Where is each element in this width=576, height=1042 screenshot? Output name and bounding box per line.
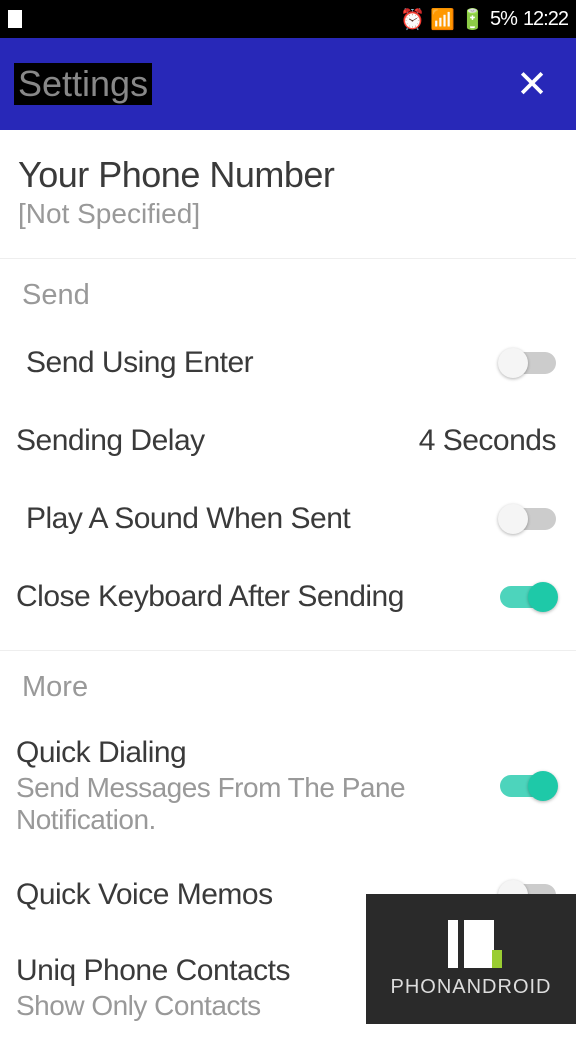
quick-dialing-text: Quick Dialing Send Messages From The Pan…: [16, 736, 500, 836]
play-sound-row[interactable]: Play A Sound When Sent: [0, 480, 576, 558]
watermark-logo-icon: [448, 920, 494, 968]
quick-dialing-sub: Send Messages From The Pane Notification…: [16, 772, 500, 836]
play-sound-toggle[interactable]: [500, 508, 556, 530]
sending-delay-value: 4 Seconds: [419, 424, 556, 458]
battery-text: 5%: [490, 8, 517, 31]
signal-icon: 📶: [430, 7, 454, 32]
alarm-icon: ⏰: [400, 7, 424, 32]
sending-delay-row[interactable]: Sending Delay 4 Seconds: [0, 402, 576, 480]
quick-dialing-toggle[interactable]: [500, 775, 556, 797]
send-using-enter-row[interactable]: Send Using Enter: [0, 324, 576, 402]
unique-contacts-label: Uniq Phone Contacts: [16, 954, 290, 988]
page-title: Settings: [14, 63, 152, 105]
status-bar: ⏰ 📶 🔋 5% 12:22: [0, 0, 576, 38]
quick-dialing-label: Quick Dialing: [16, 736, 500, 770]
send-using-enter-label: Send Using Enter: [26, 346, 253, 380]
watermark-text: PHONANDROID: [390, 976, 551, 999]
battery-icon: 🔋: [460, 7, 484, 32]
sending-delay-label: Sending Delay: [16, 424, 205, 458]
send-using-enter-toggle[interactable]: [500, 352, 556, 374]
phone-number-section[interactable]: Your Phone Number [Not Specified]: [0, 130, 576, 259]
play-sound-label: Play A Sound When Sent: [26, 502, 350, 536]
clock-text: 12:22: [523, 8, 568, 31]
notification-icon: [8, 10, 22, 28]
watermark: PHONANDROID: [366, 894, 576, 1024]
phone-number-label: Your Phone Number: [18, 154, 558, 196]
app-header: Settings ✕: [0, 38, 576, 130]
quick-dialing-row[interactable]: Quick Dialing Send Messages From The Pan…: [0, 716, 576, 856]
close-keyboard-label: Close Keyboard After Sending: [16, 580, 404, 614]
status-left: [8, 10, 22, 28]
more-section-header: More: [0, 651, 576, 716]
unique-contacts-sub: Show Only Contacts: [16, 990, 290, 1022]
quick-voice-label: Quick Voice Memos: [16, 878, 273, 912]
close-keyboard-toggle[interactable]: [500, 586, 556, 608]
send-section-header: Send: [0, 259, 576, 324]
status-right: ⏰ 📶 🔋 5% 12:22: [400, 7, 568, 32]
phone-number-value: [Not Specified]: [18, 198, 558, 230]
close-icon[interactable]: ✕: [516, 62, 548, 107]
close-keyboard-row[interactable]: Close Keyboard After Sending: [0, 558, 576, 636]
unique-contacts-text: Uniq Phone Contacts Show Only Contacts: [16, 954, 290, 1022]
